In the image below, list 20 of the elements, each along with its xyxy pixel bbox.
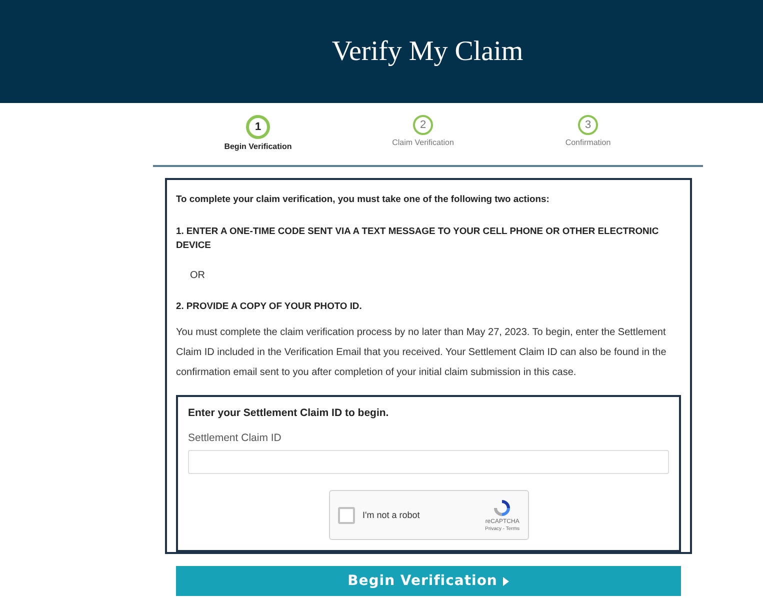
begin-verification-button[interactable]: Begin Verification — [176, 566, 681, 596]
intro-text: To complete your claim verification, you must take one of the following two actions: — [176, 192, 550, 206]
or-text: OR — [190, 270, 206, 281]
instructions-paragraph: You must complete the claim verification process by no later than May 27, 2023. To begin, enter the Settlement Claim ID included in the Verification Email that you received. Your Settlement Claim ID can also be found in the confirmation email sent to you after completion of your initial claim submission in this case. — [176, 326, 668, 380]
option-text: 2. PROVIDE A COPY OF YOUR PHOTO ID. — [176, 299, 363, 313]
step-number: 2 — [413, 115, 433, 135]
page-title: Verify My Claim — [332, 36, 524, 68]
field-label: Settlement Claim ID — [188, 432, 282, 444]
caret-icon — [503, 576, 510, 586]
form-title: Enter your Settlement Claim ID to begin. — [188, 407, 390, 419]
step-label: Claim Verification — [392, 138, 454, 147]
captcha-label: I'm not a robot — [362, 510, 421, 520]
step-label: Confirmation — [565, 138, 611, 147]
option-text: 1. ENTER A ONE-TIME CODE SENT VIA A TEXT MESSAGE TO YOUR CELL PHONE OR OTHER ELECTRONIC DEVICE — [176, 224, 660, 252]
step-number: 1 — [246, 115, 270, 139]
claim-id-field[interactable] — [188, 450, 669, 474]
captcha-checkbox[interactable] — [338, 506, 354, 524]
step-number: 3 — [578, 115, 598, 135]
step-label: Begin Verification — [224, 142, 292, 151]
recaptcha-logo-icon — [492, 498, 512, 518]
